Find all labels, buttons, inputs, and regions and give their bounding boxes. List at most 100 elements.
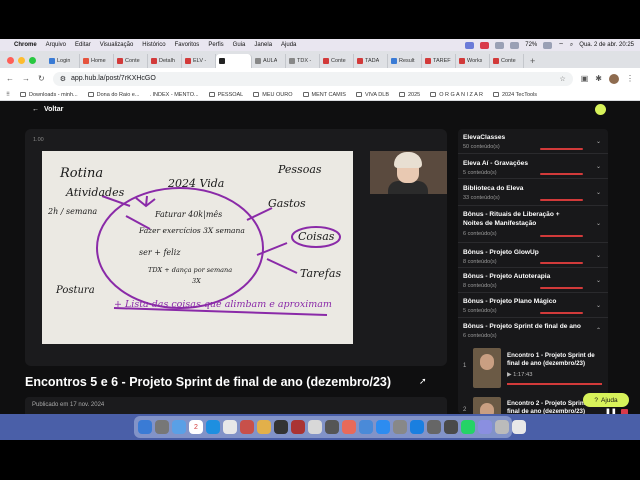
menu-app-name[interactable]: Chrome bbox=[14, 42, 37, 48]
browser-tab[interactable]: ELV - bbox=[182, 54, 216, 68]
chevron-down-icon[interactable]: ⌄ bbox=[596, 302, 601, 309]
chevron-down-icon[interactable]: ⌄ bbox=[596, 252, 601, 259]
notes-icon[interactable] bbox=[257, 420, 271, 434]
browser-tab[interactable]: TDX - bbox=[286, 54, 320, 68]
bookmark-downloads[interactable]: Downloads - minh... bbox=[20, 92, 78, 98]
chevron-down-icon[interactable]: ⌄ bbox=[596, 220, 601, 227]
browser-tab[interactable]: Conte bbox=[490, 54, 524, 68]
launchpad-icon[interactable] bbox=[155, 420, 169, 434]
clock[interactable]: Qua. 2 de abr. 20:25 bbox=[579, 42, 634, 48]
preview-icon[interactable] bbox=[308, 420, 322, 434]
menu-edit[interactable]: Editar bbox=[75, 42, 91, 48]
chevron-down-icon[interactable]: ⌄ bbox=[596, 138, 601, 145]
browser-tab[interactable]: Works bbox=[456, 54, 490, 68]
video-player[interactable]: 1.00 Rotina Atividades 2h / semana Postu… bbox=[25, 129, 447, 366]
module-rituais[interactable]: Bônus - Rituais de Liberação + Noites de… bbox=[458, 206, 608, 243]
app-icon-2[interactable] bbox=[478, 420, 492, 434]
app-store-icon[interactable] bbox=[376, 420, 390, 434]
profile-avatar[interactable] bbox=[609, 73, 619, 84]
zoom-window-button[interactable] bbox=[29, 57, 36, 64]
browser-tab[interactable]: TADA bbox=[354, 54, 388, 68]
menu-help[interactable]: Ajuda bbox=[281, 42, 296, 48]
safari-icon[interactable] bbox=[206, 420, 220, 434]
chevron-down-icon[interactable]: ⌄ bbox=[596, 277, 601, 284]
wifi-icon[interactable]: ⌔ bbox=[558, 41, 564, 49]
module-elevaclasses[interactable]: ElevaClasses 50 conteúdo(s) ⌄ bbox=[458, 129, 608, 154]
bookmark-meu-ouro[interactable]: MEU OURO bbox=[253, 92, 293, 98]
bookmark-organizar[interactable]: O R G A N I Z A R bbox=[430, 92, 483, 98]
app-icon[interactable] bbox=[444, 420, 458, 434]
finder-icon[interactable] bbox=[138, 420, 152, 434]
browser-tab[interactable]: AULA bbox=[252, 54, 286, 68]
close-window-button[interactable] bbox=[7, 57, 14, 64]
browser-tab[interactable] bbox=[216, 54, 252, 68]
reload-icon[interactable]: ↻ bbox=[38, 74, 45, 83]
chevron-down-icon[interactable]: ⌄ bbox=[596, 189, 601, 196]
chevron-up-icon[interactable]: ⌃ bbox=[596, 327, 601, 334]
menu-tab[interactable]: Guia bbox=[233, 42, 246, 48]
calendar-icon[interactable]: 2 bbox=[189, 420, 203, 434]
module-plano-magico[interactable]: Bônus - Projeto Plano Mágico 5 conteúdo(… bbox=[458, 293, 608, 318]
whatsapp-icon[interactable] bbox=[461, 420, 475, 434]
screen-recorder-icon[interactable] bbox=[291, 420, 305, 434]
tray-bluetooth-icon[interactable] bbox=[510, 41, 520, 49]
bookmark-index-mento[interactable]: . INDEX - MENTO... bbox=[149, 92, 198, 98]
system-settings-icon[interactable] bbox=[172, 420, 186, 434]
forward-arrow-icon[interactable]: → bbox=[22, 74, 30, 83]
bookmark-star-icon[interactable]: ☆ bbox=[559, 75, 565, 83]
help-button[interactable]: ? Ajuda bbox=[583, 393, 629, 407]
browser-tab[interactable]: Conte bbox=[320, 54, 354, 68]
bookmark-tectools[interactable]: 2024 TecTools bbox=[492, 92, 537, 98]
battery-icon[interactable] bbox=[543, 41, 553, 49]
photo-booth-icon[interactable] bbox=[325, 420, 339, 434]
bookmark-2025[interactable]: 2025 bbox=[399, 92, 420, 98]
browser-tab[interactable]: Home bbox=[80, 54, 114, 68]
downloads-icon[interactable] bbox=[495, 420, 509, 434]
chevron-down-icon[interactable]: ⌄ bbox=[596, 163, 601, 170]
capcut-icon[interactable] bbox=[274, 420, 288, 434]
zoom-icon[interactable] bbox=[410, 420, 424, 434]
trash-icon[interactable] bbox=[512, 420, 526, 434]
wps-icon[interactable] bbox=[240, 420, 254, 434]
module-sprint-final-de-ano[interactable]: Bônus - Projeto Sprint de final de ano 6… bbox=[458, 318, 608, 344]
module-biblioteca[interactable]: Biblioteca do Eleva 33 conteúdo(s) ⌄ bbox=[458, 179, 608, 206]
extension-icon[interactable]: ▣ bbox=[581, 74, 589, 83]
bookmark-dona-do-raio[interactable]: Dona do Raio e... bbox=[87, 92, 139, 98]
url-text[interactable]: app.hub.la/post/7rKXHcGO bbox=[71, 75, 156, 82]
menu-bookmarks[interactable]: Favoritos bbox=[175, 42, 200, 48]
module-autoterapia[interactable]: Bônus - Projeto Autoterapia 8 conteúdo(s… bbox=[458, 268, 608, 293]
chrome-icon[interactable] bbox=[223, 420, 237, 434]
extensions-puzzle-icon[interactable]: ✱ bbox=[595, 74, 602, 83]
browser-tab[interactable]: Conte bbox=[114, 54, 148, 68]
browser-tab[interactable]: TAREF bbox=[422, 54, 456, 68]
menu-window[interactable]: Janela bbox=[254, 42, 272, 48]
site-info-icon[interactable]: ⚙ bbox=[60, 75, 66, 83]
tray-app-icon[interactable] bbox=[465, 41, 475, 49]
browser-tab[interactable]: Login bbox=[46, 54, 80, 68]
chrome-menu-icon[interactable]: ⋮ bbox=[626, 74, 634, 83]
back-button[interactable]: ← Voltar bbox=[32, 106, 63, 113]
minimize-window-button[interactable] bbox=[18, 57, 25, 64]
bookmark-viva-dlb[interactable]: VIVA DLB bbox=[355, 92, 389, 98]
module-eleva-ai[interactable]: Eleva Aí - Gravações 5 conteúdo(s) ⌄ bbox=[458, 154, 608, 179]
menu-view[interactable]: Visualização bbox=[100, 42, 134, 48]
address-bar[interactable]: ⚙ app.hub.la/post/7rKXHcGO ☆ bbox=[52, 71, 573, 86]
menu-history[interactable]: Histórico bbox=[142, 42, 165, 48]
photos-icon[interactable] bbox=[342, 420, 356, 434]
calculator-icon[interactable] bbox=[427, 420, 441, 434]
lesson-item-1[interactable]: 1 Encontro 1 - Projeto Sprint de final d… bbox=[458, 345, 608, 391]
bookmark-ment-camis[interactable]: MENT CAMIS bbox=[302, 92, 346, 98]
tray-record-icon[interactable] bbox=[480, 41, 490, 49]
back-arrow-icon[interactable]: ← bbox=[6, 74, 14, 83]
search-icon[interactable]: ⌕ bbox=[570, 42, 573, 49]
module-glowup[interactable]: Bônus - Projeto GlowUp 8 conteúdo(s) ⌄ bbox=[458, 243, 608, 268]
menu-file[interactable]: Arquivo bbox=[46, 42, 66, 48]
new-tab-button[interactable]: + bbox=[530, 54, 535, 68]
browser-tab[interactable]: Result bbox=[388, 54, 422, 68]
browser-tab[interactable]: Detalh bbox=[148, 54, 182, 68]
menu-profiles[interactable]: Perfis bbox=[208, 42, 223, 48]
bookmark-folder-pessoal[interactable]: PESSOAL bbox=[208, 92, 243, 98]
utility-icon[interactable] bbox=[393, 420, 407, 434]
chat-bubble-icon[interactable] bbox=[595, 104, 606, 115]
tray-cloud-icon[interactable] bbox=[495, 41, 505, 49]
